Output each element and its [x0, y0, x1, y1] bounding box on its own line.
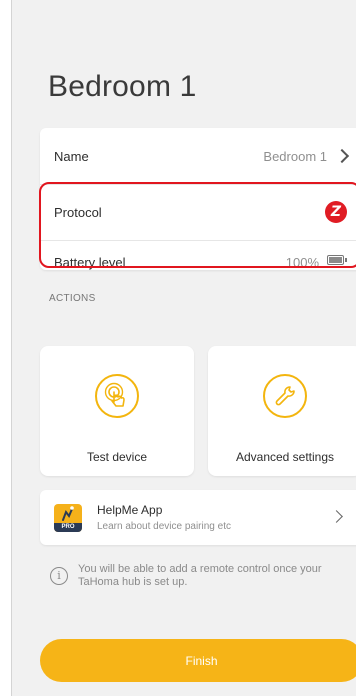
- advanced-settings-label: Advanced settings: [235, 450, 335, 464]
- helpme-title: HelpMe App: [97, 503, 163, 517]
- helpme-app-icon: PRO: [54, 504, 82, 532]
- touch-hand-icon: [95, 374, 139, 418]
- name-value: Bedroom 1: [263, 148, 327, 164]
- info-text: You will be able to add a remote control…: [78, 563, 322, 589]
- name-label: Name: [54, 148, 89, 164]
- chevron-right-icon: [334, 148, 350, 164]
- name-row[interactable]: Name Bedroom 1: [40, 128, 356, 184]
- test-device-tile[interactable]: Test device: [40, 346, 194, 476]
- helpme-subtitle: Learn about device pairing etc: [97, 521, 231, 532]
- wrench-icon: [263, 374, 307, 418]
- test-device-label: Test device: [86, 450, 148, 464]
- actions-section-title: ACTIONS: [49, 293, 96, 304]
- chevron-right-icon: [330, 510, 343, 523]
- page-title: Bedroom 1: [48, 70, 197, 103]
- highlight-box: [39, 182, 356, 268]
- finish-button[interactable]: Finish: [40, 639, 356, 682]
- info-text-line2: TaHoma hub is set up.: [78, 576, 188, 588]
- info-icon: i: [50, 567, 68, 585]
- phone-screen: Bedroom 1 Name Bedroom 1 Protocol Z Batt…: [11, 0, 356, 696]
- advanced-settings-tile[interactable]: Advanced settings: [208, 346, 356, 476]
- info-text-line1: You will be able to add a remote control…: [78, 563, 322, 575]
- pro-badge: PRO: [54, 523, 82, 532]
- helpme-app-row[interactable]: PRO HelpMe App Learn about device pairin…: [40, 490, 356, 545]
